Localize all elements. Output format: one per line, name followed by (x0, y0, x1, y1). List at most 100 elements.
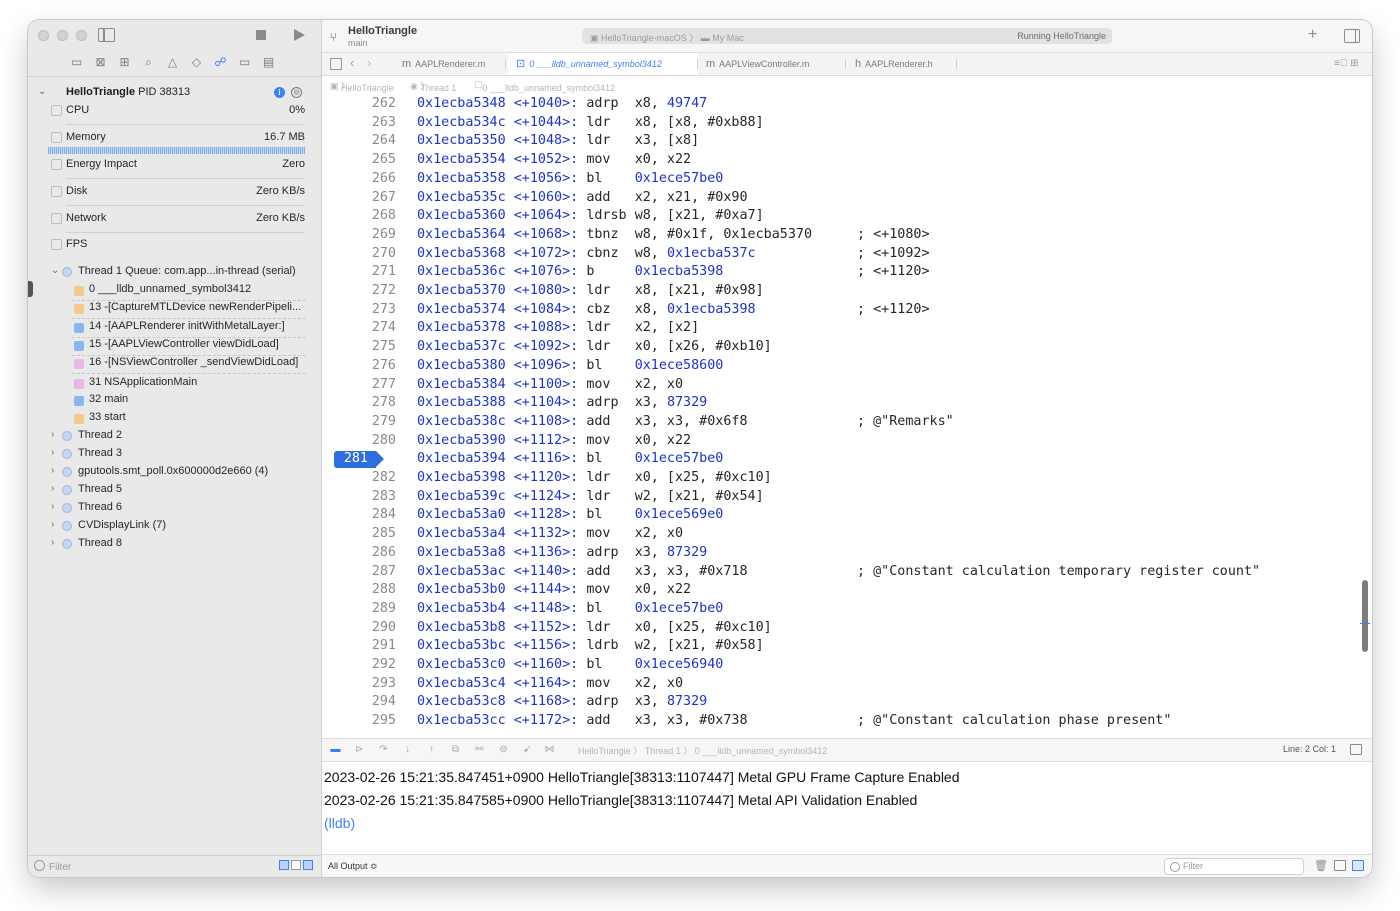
thread-row[interactable]: › Thread 6 (28, 501, 321, 519)
issue-icon[interactable]: △ (166, 56, 179, 69)
line-number[interactable]: 287 (322, 564, 396, 579)
thread-row[interactable]: › Thread 8 (28, 537, 321, 555)
line-number[interactable]: 268 (322, 208, 396, 223)
breakpoint-icon[interactable]: ▭ (238, 56, 251, 69)
line-number[interactable]: 276 (322, 358, 396, 373)
branch-target[interactable]: 0x1ecba5398 (635, 264, 724, 279)
disassembly-line[interactable]: 276 0x1ecba5380 <+1096>: bl 0x1ece58600 (322, 358, 1357, 377)
jumpbar-thread[interactable]: ◉ Thread 1 〉 (410, 79, 456, 93)
stack-frame[interactable]: 14 -[AAPLRenderer initWithMetalLayer:] (72, 320, 306, 338)
sidebar-toggle-icon[interactable] (98, 28, 115, 42)
line-number[interactable]: 291 (322, 638, 396, 653)
console-view-toggle-icon[interactable] (1352, 860, 1364, 871)
chevron-right-icon[interactable]: › (51, 501, 54, 512)
test-icon[interactable]: ◇ (190, 56, 203, 69)
source-control-icon[interactable]: ⊠ (94, 56, 107, 69)
close-window-button[interactable] (38, 30, 49, 41)
disassembly-line[interactable]: 277 0x1ecba5384 <+1100>: mov x2, x0 (322, 377, 1357, 396)
branch-target[interactable]: 0x1ecba5398 (667, 302, 756, 317)
disassembly-line[interactable]: 270 0x1ecba5368 <+1072>: cbnz w8, 0x1ecba… (322, 246, 1357, 265)
line-number[interactable]: 274 (322, 320, 396, 335)
process-options-icon[interactable]: ◎ (291, 87, 302, 98)
filter-toggle-icon[interactable] (279, 860, 289, 870)
branch-target[interactable]: 87329 (667, 694, 707, 709)
disassembly-line[interactable]: 287 0x1ecba53ac <+1140>: add x3, x3, #0x7… (322, 564, 1357, 583)
info-icon[interactable]: i (274, 87, 285, 98)
back-icon[interactable]: ‹ (350, 55, 354, 70)
branch-target[interactable]: 0x1ece57be0 (635, 171, 724, 186)
line-number[interactable]: 271 (322, 264, 396, 279)
disassembly-line[interactable]: 262 0x1ecba5348 <+1040>: adrp x8, 49747 (322, 96, 1357, 115)
stack-frame[interactable]: 13 -[CaptureMTLDevice newRenderPipeli... (72, 301, 306, 319)
disassembly-line[interactable]: 294 0x1ecba53c8 <+1168>: adrp x3, 87329 (322, 694, 1357, 713)
disassembly-line[interactable]: 285 0x1ecba53a4 <+1132>: mov x2, x0 (322, 526, 1357, 545)
disassembly-line[interactable]: 264 0x1ecba5350 <+1048>: ldr x3, [x8] (322, 133, 1357, 152)
scheme-selector[interactable]: ▣ HelloTriangle-macOS 〉 ▬ My Mac (590, 31, 744, 44)
thread-row[interactable]: › CVDisplayLink (7) (28, 519, 321, 537)
tab-aaplviewcontroller-m[interactable]: m AAPLViewController.m (698, 53, 846, 75)
gauge-cpu[interactable]: CPU 0% (48, 104, 305, 131)
branch-target[interactable]: 0x1ece56940 (635, 657, 724, 672)
line-number[interactable]: 264 (322, 133, 396, 148)
disassembly-line[interactable]: 279 0x1ecba538c <+1108>: add x3, x3, #0x6… (322, 414, 1357, 433)
line-number[interactable]: 269 (322, 227, 396, 242)
disassembly-line[interactable]: 275 0x1ecba537c <+1092>: ldr x0, [x26, #0… (322, 339, 1357, 358)
line-number[interactable]: 280 (322, 433, 396, 448)
line-number[interactable]: 278 (322, 395, 396, 410)
line-number[interactable]: 266 (322, 171, 396, 186)
branch-target[interactable]: 0x1ece569e0 (635, 507, 724, 522)
disassembly-line[interactable]: 282 0x1ecba5398 <+1120>: ldr x0, [x25, #0… (322, 470, 1357, 489)
line-number[interactable]: 270 (322, 246, 396, 261)
chevron-right-icon[interactable]: › (51, 537, 54, 548)
minimize-window-button[interactable] (57, 30, 68, 41)
disassembly-line[interactable]: 284 0x1ecba53a0 <+1128>: bl 0x1ece569e0 (322, 507, 1357, 526)
step-out-icon[interactable]: ↑ (426, 744, 437, 755)
gpu-capture-icon[interactable]: ⋈ (544, 744, 555, 755)
environment-overrides-icon[interactable]: ⊜ (498, 744, 509, 755)
add-icon[interactable]: + (1308, 26, 1317, 44)
console-toggle-icon[interactable] (1350, 744, 1362, 755)
chevron-right-icon[interactable]: › (51, 429, 54, 440)
line-number[interactable]: 283 (322, 489, 396, 504)
stop-icon[interactable] (256, 30, 266, 40)
branch-target[interactable]: 49747 (667, 96, 707, 111)
jumpbar-project[interactable]: ▣ HelloTriangle 〉 (330, 79, 394, 93)
thread-row[interactable]: › Thread 3 (28, 447, 321, 465)
tab-aaplrenderer-h[interactable]: h AAPLRenderer.h (847, 53, 957, 75)
inspector-toggle-icon[interactable] (1344, 29, 1360, 43)
filter-toggle-icon[interactable] (303, 860, 313, 870)
line-number[interactable]: 273 (322, 302, 396, 317)
thread-row[interactable]: › gputools.smt_poll.0x600000d2e660 (4) (28, 465, 321, 483)
line-number[interactable]: 294 (322, 694, 396, 709)
step-over-icon[interactable]: ↷ (378, 744, 389, 755)
output-selector[interactable]: All Output ≎ (328, 861, 378, 872)
debug-view-hierarchy-icon[interactable]: ⧉ (450, 744, 461, 755)
console-filter-input[interactable]: Filter (1164, 858, 1304, 875)
line-number[interactable]: 288 (322, 582, 396, 597)
disassembly-line[interactable]: 286 0x1ecba53a8 <+1136>: adrp x3, 87329 (322, 545, 1357, 564)
disassembly-line[interactable]: 263 0x1ecba534c <+1044>: ldr x8, [x8, #0x… (322, 115, 1357, 134)
disassembly-line[interactable]: 271 0x1ecba536c <+1076>: b 0x1ecba5398 ; <… (322, 264, 1357, 283)
step-into-icon[interactable]: ↓ (402, 744, 413, 755)
folder-icon[interactable]: ▭ (70, 56, 83, 69)
line-number[interactable]: 284 (322, 507, 396, 522)
scrollbar[interactable] (1362, 580, 1368, 652)
line-number[interactable]: 263 (322, 115, 396, 130)
disassembly-line[interactable]: 293 0x1ecba53c4 <+1164>: mov x2, x0 (322, 676, 1357, 695)
thread-row[interactable]: ⌄ Thread 1 Queue: com.app...in-thread (s… (28, 265, 321, 283)
stack-frame[interactable]: 33 start (72, 411, 306, 429)
disassembly-view[interactable]: 262 0x1ecba5348 <+1040>: adrp x8, 49747 26… (322, 96, 1357, 736)
forward-icon[interactable]: › (367, 55, 371, 70)
editor-options-icon[interactable]: ≡⃞ ⊞ (1334, 58, 1362, 70)
branch-target[interactable]: 87329 (667, 545, 707, 560)
disassembly-line[interactable]: 280 0x1ecba5390 <+1112>: mov x0, x22 (322, 433, 1357, 452)
line-number[interactable]: 267 (322, 190, 396, 205)
chevron-down-icon[interactable]: ⌄ (38, 86, 46, 97)
variables-view-toggle-icon[interactable] (1334, 860, 1346, 871)
hide-debug-area-icon[interactable]: ▬ (330, 744, 341, 755)
disassembly-line[interactable]: 292 0x1ecba53c0 <+1160>: bl 0x1ece56940 (322, 657, 1357, 676)
report-icon[interactable]: ▤ (262, 56, 275, 69)
disassembly-line[interactable]: 273 0x1ecba5374 <+1084>: cbz x8, 0x1ecba5… (322, 302, 1357, 321)
filter-toggle-icon[interactable] (291, 860, 301, 870)
tab-aaplrenderer-m[interactable]: m AAPLRenderer.m (394, 53, 506, 75)
